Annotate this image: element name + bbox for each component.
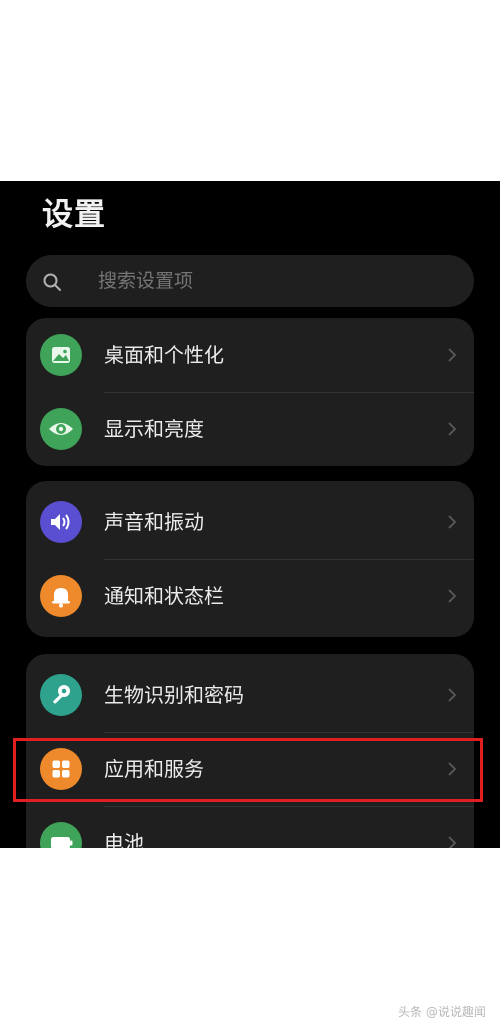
settings-item-battery[interactable]: 电池 <box>26 806 474 848</box>
settings-item-label: 电池 <box>104 831 144 848</box>
settings-group-display: 桌面和个性化 显示和亮度 <box>26 318 474 466</box>
settings-item-label: 通知和状态栏 <box>104 584 224 608</box>
settings-item-desktop-personalization[interactable]: 桌面和个性化 <box>26 318 474 392</box>
settings-item-label: 桌面和个性化 <box>104 343 224 367</box>
settings-item-biometrics-password[interactable]: 生物识别和密码 <box>26 658 474 732</box>
chevron-right-icon <box>448 515 457 529</box>
settings-item-label: 生物识别和密码 <box>104 683 244 707</box>
chevron-right-icon <box>448 348 457 362</box>
settings-item-label: 显示和亮度 <box>104 417 204 441</box>
settings-item-sound-vibration[interactable]: 声音和振动 <box>26 485 474 559</box>
chevron-right-icon <box>448 836 457 848</box>
bell-icon <box>40 575 82 617</box>
highlight-annotation-box <box>13 738 483 802</box>
settings-item-label: 声音和振动 <box>104 510 204 534</box>
search-bar[interactable] <box>26 255 474 307</box>
chevron-right-icon <box>448 422 457 436</box>
chevron-right-icon <box>448 589 457 603</box>
chevron-right-icon <box>448 688 457 702</box>
eye-icon <box>40 408 82 450</box>
settings-item-notifications-statusbar[interactable]: 通知和状态栏 <box>26 559 474 633</box>
battery-icon <box>40 822 82 848</box>
speaker-icon <box>40 501 82 543</box>
search-input[interactable] <box>98 255 470 307</box>
watermark: 头条 @说说趣闻 <box>398 1005 486 1019</box>
settings-group-sound: 声音和振动 通知和状态栏 <box>26 481 474 637</box>
search-icon <box>43 273 61 291</box>
wallpaper-icon <box>40 334 82 376</box>
settings-item-display-brightness[interactable]: 显示和亮度 <box>26 392 474 466</box>
page-title: 设置 <box>42 197 106 233</box>
key-icon <box>40 674 82 716</box>
